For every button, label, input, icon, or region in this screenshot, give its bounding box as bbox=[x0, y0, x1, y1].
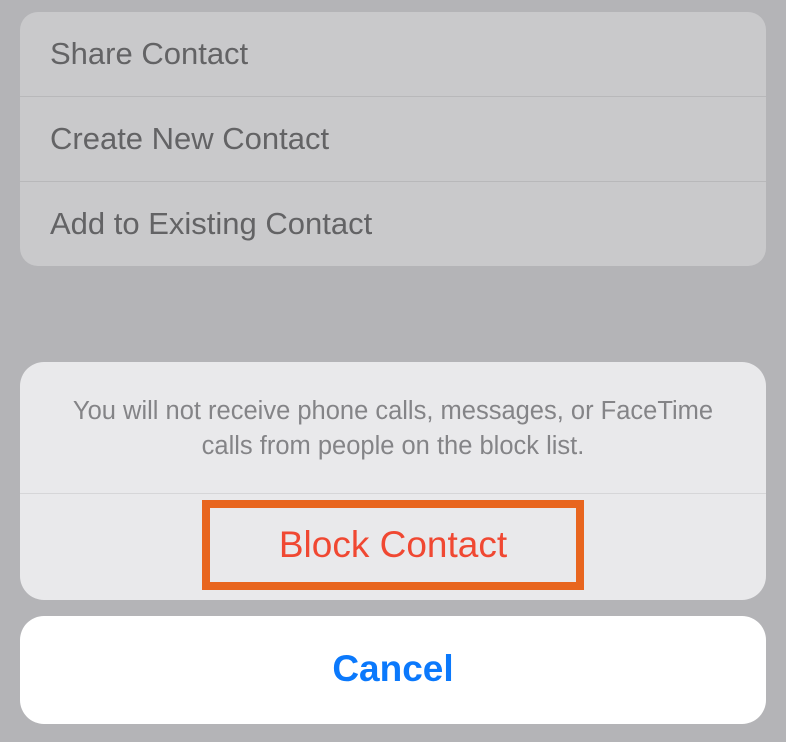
action-sheet-message: You will not receive phone calls, messag… bbox=[20, 362, 766, 494]
block-contact-label: Block Contact bbox=[279, 524, 507, 565]
add-to-existing-contact-row[interactable]: Add to Existing Contact bbox=[20, 182, 766, 266]
create-new-contact-row[interactable]: Create New Contact bbox=[20, 97, 766, 182]
action-sheet-group: You will not receive phone calls, messag… bbox=[20, 362, 766, 600]
cancel-button[interactable]: Cancel bbox=[20, 616, 766, 724]
share-contact-row[interactable]: Share Contact bbox=[20, 12, 766, 97]
action-sheet: You will not receive phone calls, messag… bbox=[20, 362, 766, 724]
block-contact-button[interactable]: Block Contact bbox=[20, 494, 766, 600]
contact-options-card: Share Contact Create New Contact Add to … bbox=[20, 12, 766, 266]
